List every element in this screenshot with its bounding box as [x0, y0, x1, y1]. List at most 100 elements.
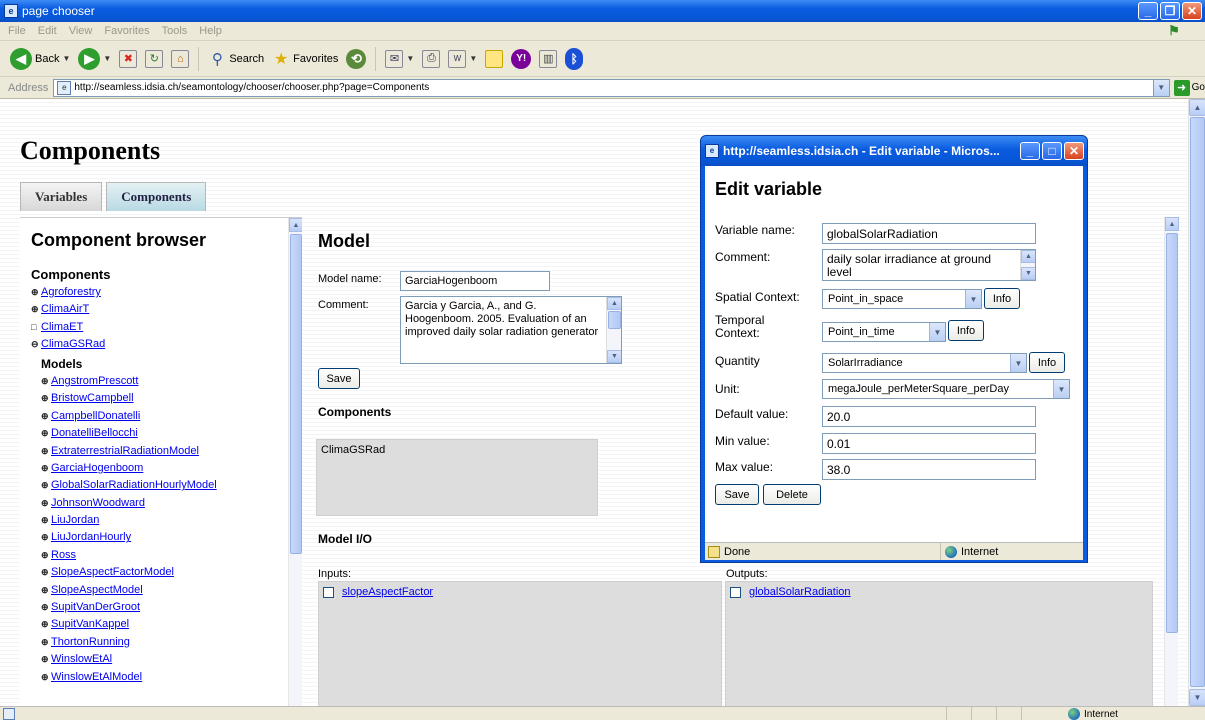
chevron-down-icon[interactable]: ▼: [965, 290, 981, 308]
discuss-button[interactable]: [483, 49, 505, 68]
back-button[interactable]: ◀ Back ▼: [8, 47, 72, 70]
mail-button[interactable]: ✉ ▼: [383, 49, 416, 68]
scroll-down-icon[interactable]: ▼: [1189, 689, 1205, 706]
expand-icon[interactable]: ⊕: [41, 512, 49, 529]
menu-file[interactable]: File: [8, 25, 26, 37]
comment-scrollbar[interactable]: ▲ ▼: [606, 297, 621, 363]
tab-variables[interactable]: Variables: [20, 182, 103, 211]
tree-link[interactable]: Agroforestry: [41, 284, 101, 301]
spatial-context-select[interactable]: Point_in_space ▼: [822, 289, 982, 309]
tree-link[interactable]: CampbellDonatelli: [51, 408, 140, 425]
frame-scrollbar[interactable]: ▲: [1164, 217, 1179, 706]
expand-icon[interactable]: ⊕: [41, 425, 49, 442]
scrollbar-thumb[interactable]: [608, 311, 621, 329]
tree-link[interactable]: SlopeAspectModel: [51, 582, 143, 599]
scroll-up-icon[interactable]: ▲: [1165, 217, 1179, 231]
quantity-info-button[interactable]: Info: [1029, 352, 1065, 373]
output-checkbox[interactable]: [730, 586, 741, 598]
search-button[interactable]: ⚲ Search: [206, 50, 266, 68]
tree-link[interactable]: BristowCampbell: [51, 390, 134, 407]
collapse-icon[interactable]: ⊖: [31, 336, 39, 353]
variable-delete-button[interactable]: Delete: [763, 484, 821, 505]
output-link[interactable]: globalSolarRadiation: [749, 586, 851, 598]
expand-icon[interactable]: ⊕: [41, 495, 49, 512]
history-button[interactable]: ⟲: [344, 48, 368, 69]
expand-icon[interactable]: ⊕: [41, 599, 49, 616]
scroll-up-icon[interactable]: ▲: [289, 218, 302, 232]
max-value-field[interactable]: 38.0: [822, 459, 1036, 480]
bluetooth-button[interactable]: ᛒ: [563, 47, 585, 70]
expand-icon[interactable]: ⊕: [41, 616, 49, 633]
menu-tools[interactable]: Tools: [162, 25, 188, 37]
quantity-select[interactable]: SolarIrradiance ▼: [822, 353, 1027, 373]
tree-link[interactable]: JohnsonWoodward: [51, 495, 145, 512]
expand-icon[interactable]: ⊕: [41, 547, 49, 564]
print-button[interactable]: ⎙: [420, 49, 442, 68]
tree-link[interactable]: ClimaET: [41, 319, 83, 336]
close-button[interactable]: ✕: [1182, 2, 1202, 20]
tree-link[interactable]: ThortonRunning: [51, 634, 130, 651]
expand-icon[interactable]: ⊕: [31, 301, 39, 318]
yahoo-button[interactable]: Y!: [509, 48, 533, 69]
popup-close-button[interactable]: ✕: [1064, 142, 1084, 160]
tree-link[interactable]: WinslowEtAlModel: [51, 669, 142, 686]
expand-icon[interactable]: ⊕: [41, 443, 49, 460]
scroll-down-icon[interactable]: ▼: [1021, 267, 1035, 280]
tree-link[interactable]: AngstromPrescott: [51, 373, 138, 390]
scroll-up-icon[interactable]: ▲: [1189, 99, 1205, 116]
chevron-down-icon[interactable]: ▼: [1152, 79, 1169, 96]
maximize-button[interactable]: ❐: [1160, 2, 1180, 20]
tree-link[interactable]: LiuJordan: [51, 512, 99, 529]
tree-link[interactable]: SupitVanDerGroot: [51, 599, 140, 616]
tree-link[interactable]: ClimaAirT: [41, 301, 89, 318]
research-button[interactable]: ▥: [537, 49, 559, 68]
expand-icon[interactable]: ⊕: [41, 477, 49, 494]
tree-link[interactable]: SlopeAspectFactorModel: [51, 564, 174, 581]
chevron-down-icon[interactable]: ▼: [1010, 354, 1026, 372]
tree-link[interactable]: ExtraterrestrialRadiationModel: [51, 443, 199, 460]
menu-help[interactable]: Help: [199, 25, 222, 37]
edit-button[interactable]: W ▼: [446, 49, 479, 68]
expand-icon[interactable]: ⊕: [41, 634, 49, 651]
popup-maximize-button[interactable]: □: [1042, 142, 1062, 160]
home-button[interactable]: ⌂: [169, 49, 191, 68]
expand-icon[interactable]: ⊕: [41, 669, 49, 686]
expand-icon[interactable]: ⊕: [41, 651, 49, 668]
scroll-up-icon[interactable]: ▲: [607, 297, 621, 310]
model-name-field[interactable]: GarciaHogenboom: [400, 271, 550, 291]
tree-link[interactable]: DonatelliBellocchi: [51, 425, 138, 442]
tree-link[interactable]: GarciaHogenboom: [51, 460, 143, 477]
menu-view[interactable]: View: [69, 25, 93, 37]
scroll-up-icon[interactable]: ▲: [1021, 250, 1035, 263]
popup-minimize-button[interactable]: _: [1020, 142, 1040, 160]
go-button[interactable]: ➜ Go: [1173, 79, 1205, 96]
default-value-field[interactable]: 20.0: [822, 406, 1036, 427]
tree-link[interactable]: GlobalSolarRadiationHourlyModel: [51, 477, 217, 494]
refresh-button[interactable]: ↻: [143, 49, 165, 68]
favorites-button[interactable]: ★ Favorites: [270, 50, 340, 68]
spatial-info-button[interactable]: Info: [984, 288, 1020, 309]
stop-button[interactable]: ✖: [117, 49, 139, 68]
browser-scrollbar[interactable]: ▲: [288, 218, 302, 706]
expand-icon[interactable]: ⊕: [41, 373, 49, 390]
tree-link[interactable]: WinslowEtAl: [51, 651, 112, 668]
page-scrollbar[interactable]: ▲ ▼: [1188, 99, 1205, 706]
comment-field[interactable]: Garcia y Garcia, A., and G. Hoogenboom. …: [400, 296, 622, 364]
tab-components[interactable]: Components: [106, 182, 207, 211]
minimize-button[interactable]: _: [1138, 2, 1158, 20]
tree-link[interactable]: LiuJordanHourly: [51, 529, 131, 546]
scrollbar-thumb[interactable]: [1190, 117, 1205, 687]
expand-icon[interactable]: ⊕: [41, 390, 49, 407]
chevron-down-icon[interactable]: ▼: [929, 323, 945, 341]
chevron-down-icon[interactable]: ▼: [1053, 380, 1069, 398]
expand-icon[interactable]: ⊕: [41, 582, 49, 599]
unit-select[interactable]: megaJoule_perMeterSquare_perDay ▼: [822, 379, 1070, 399]
tree-link[interactable]: Ross: [51, 547, 76, 564]
input-checkbox[interactable]: [323, 586, 334, 598]
menu-favorites[interactable]: Favorites: [104, 25, 149, 37]
min-value-field[interactable]: 0.01: [822, 433, 1036, 454]
variable-save-button[interactable]: Save: [715, 484, 759, 505]
tree-link[interactable]: SupitVanKappel: [51, 616, 129, 633]
scrollbar-thumb[interactable]: [290, 234, 302, 554]
tree-link[interactable]: ClimaGSRad: [41, 336, 105, 353]
